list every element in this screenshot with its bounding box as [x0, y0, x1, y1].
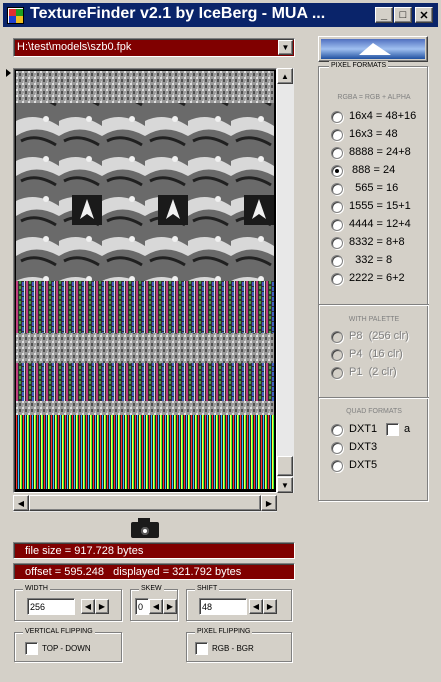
format-radio-16x4[interactable]: [331, 111, 343, 123]
width-decrease-icon[interactable]: ◀: [81, 599, 95, 614]
rgb-bgr-checkbox[interactable]: [195, 642, 208, 655]
top-down-label: TOP - DOWN: [42, 644, 91, 653]
scroll-right-icon[interactable]: ▶: [261, 495, 277, 511]
format-radio-p1: [331, 367, 343, 379]
close-button[interactable]: ✕: [415, 7, 433, 23]
format-radio-1555[interactable]: [331, 201, 343, 213]
top-down-checkbox[interactable]: [25, 642, 38, 655]
format-radio-p4: [331, 349, 343, 361]
dropdown-arrow-icon[interactable]: ▼: [278, 40, 293, 55]
format-radio-16x3[interactable]: [331, 129, 343, 141]
format-radio-4444[interactable]: [331, 219, 343, 231]
shift-group: SHIFT ◀ ▶: [186, 584, 292, 621]
rgb-bgr-label: RGB - BGR: [212, 644, 254, 653]
app-icon[interactable]: [7, 7, 24, 24]
quad-formats-title: QUAD FORMATS: [346, 408, 402, 415]
pixel-flipping-group: PIXEL FLIPPING RGB - BGR: [186, 627, 292, 662]
texture-horizontal-scrollbar[interactable]: ◀ ▶: [13, 495, 277, 512]
format-label-332: 332 = 8: [349, 254, 393, 266]
format-radio-dxt1[interactable]: [331, 424, 343, 436]
app-window: TextureFinder v2.1 by IceBerg - MUA ... …: [0, 0, 441, 682]
format-label-dxt3: DXT3: [349, 441, 378, 453]
minimize-button[interactable]: _: [375, 7, 393, 23]
offset-displayed-status: offset = 595.248 displayed = 321.792 byt…: [13, 563, 295, 580]
maximize-button[interactable]: □: [394, 7, 412, 23]
file-size-status: file size = 917.728 bytes: [13, 542, 295, 559]
dxt1-alpha-label: a: [404, 423, 411, 435]
window-title: TextureFinder v2.1 by IceBerg - MUA ...: [30, 5, 326, 22]
vertical-flipping-label: VERTICAL FLIPPING: [23, 627, 95, 637]
texture-preview[interactable]: [13, 68, 277, 493]
width-input[interactable]: [27, 598, 75, 615]
iceberg-logo-button[interactable]: [318, 36, 428, 62]
width-label: WIDTH: [23, 584, 50, 594]
format-label-16x4: 16x4 = 48+16: [349, 110, 417, 122]
pixel-formats-panel: PIXEL FORMATS RGBA = RGB + ALPHA 16x4 = …: [318, 61, 429, 501]
format-radio-8332[interactable]: [331, 237, 343, 249]
vertical-flipping-group: VERTICAL FLIPPING TOP - DOWN: [14, 627, 122, 662]
format-radio-p8: [331, 331, 343, 343]
format-label-16x3: 16x3 = 48: [349, 128, 398, 140]
format-label-8888: 8888 = 24+8: [349, 146, 411, 158]
width-group: WIDTH ◀ ▶: [14, 584, 122, 621]
divider: [319, 397, 429, 399]
format-radio-dxt5[interactable]: [331, 460, 343, 472]
skew-group: SKEW ◀ ▶: [130, 584, 178, 621]
format-label-4444: 4444 = 12+4: [349, 218, 411, 230]
row-pointer-icon: [6, 69, 11, 77]
format-label-p8: P8 (256 clr): [349, 330, 409, 342]
format-label-888: 888 = 24: [349, 164, 396, 176]
format-radio-2222[interactable]: [331, 273, 343, 285]
divider: [319, 304, 429, 306]
texture-image: [16, 71, 274, 489]
width-increase-icon[interactable]: ▶: [95, 599, 109, 614]
shift-label: SHIFT: [195, 584, 220, 594]
format-label-p4: P4 (16 clr): [349, 348, 403, 360]
format-label-1555: 1555 = 15+1: [349, 200, 411, 212]
format-label-p1: P1 (2 clr): [349, 366, 397, 378]
shift-increase-icon[interactable]: ▶: [263, 599, 277, 614]
dxt1-alpha-checkbox[interactable]: [386, 423, 399, 436]
iceberg-logo-icon: [321, 39, 425, 59]
scroll-down-icon[interactable]: ▼: [277, 477, 293, 493]
pixel-flipping-label: PIXEL FLIPPING: [195, 627, 253, 637]
scroll-up-icon[interactable]: ▲: [277, 68, 293, 84]
texture-vertical-scrollbar[interactable]: ▲ ▼: [277, 68, 294, 493]
skew-label: SKEW: [139, 584, 164, 594]
format-radio-332[interactable]: [331, 255, 343, 267]
format-label-2222: 2222 = 6+2: [349, 272, 405, 284]
skew-input[interactable]: [135, 598, 149, 615]
file-path-combobox[interactable]: H:\test\models\szb0.fpk ▼: [13, 38, 295, 57]
skew-increase-icon[interactable]: ▶: [163, 599, 177, 614]
format-label-565: 565 = 16: [349, 182, 399, 194]
format-radio-dxt3[interactable]: [331, 442, 343, 454]
format-radio-888[interactable]: [331, 165, 343, 177]
pixel-formats-title: PIXEL FORMATS: [329, 61, 389, 71]
with-palette-title: WITH PALETTE: [348, 316, 400, 323]
format-radio-8888[interactable]: [331, 147, 343, 159]
format-label-8332: 8332 = 8+8: [349, 236, 405, 248]
shift-decrease-icon[interactable]: ◀: [249, 599, 263, 614]
format-radio-565[interactable]: [331, 183, 343, 195]
rgba-subtitle: RGBA = RGB + ALPHA: [337, 94, 411, 101]
camera-icon[interactable]: [130, 516, 160, 540]
skew-decrease-icon[interactable]: ◀: [149, 599, 163, 614]
vertical-scroll-thumb[interactable]: [277, 456, 293, 476]
format-label-dxt1: DXT1: [349, 423, 378, 435]
shift-input[interactable]: [199, 598, 247, 615]
scroll-left-icon[interactable]: ◀: [13, 495, 29, 511]
horizontal-scroll-thumb[interactable]: [29, 495, 261, 511]
format-label-dxt5: DXT5: [349, 459, 378, 471]
title-bar[interactable]: TextureFinder v2.1 by IceBerg - MUA ... …: [3, 3, 438, 27]
file-path-text: H:\test\models\szb0.fpk: [17, 41, 132, 53]
